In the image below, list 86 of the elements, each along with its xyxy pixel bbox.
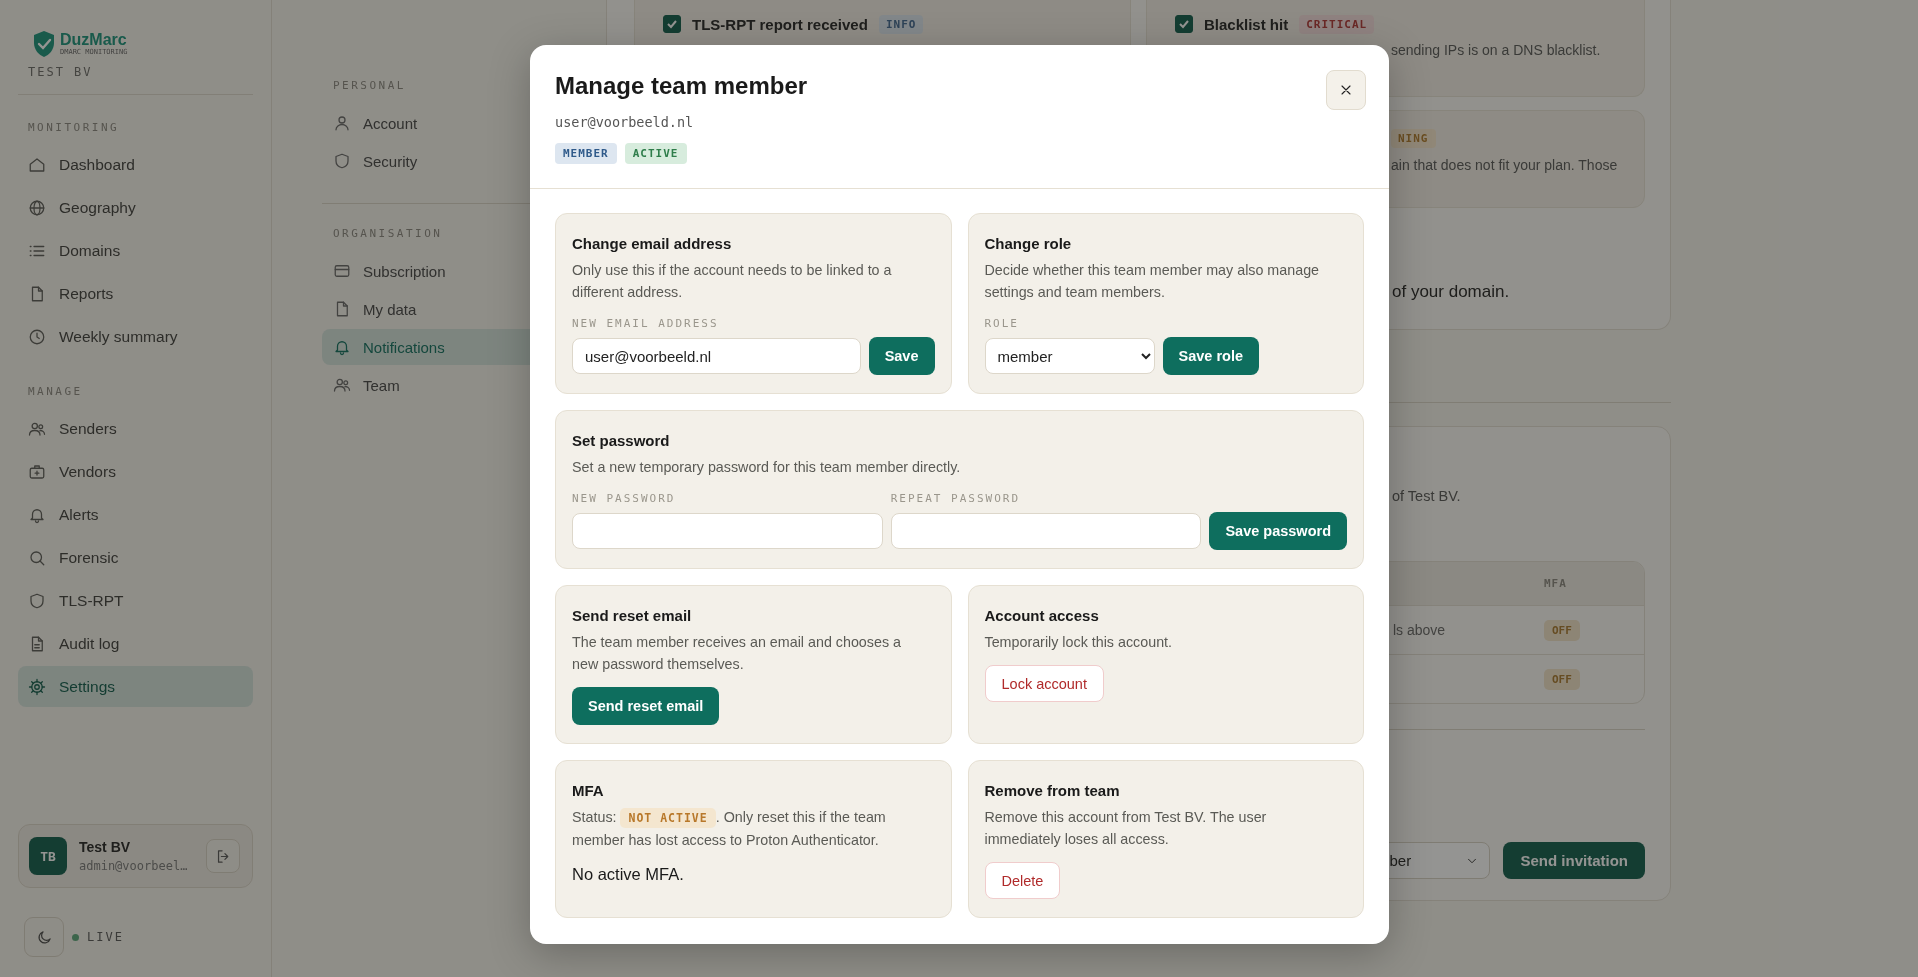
- sidebar-item[interactable]: Alerts: [18, 494, 253, 535]
- sidebar-item[interactable]: Weekly summary: [18, 316, 253, 357]
- section-title: Change email address: [572, 234, 733, 254]
- notification-description: ain that does not fit your plan. Those: [1391, 156, 1619, 175]
- section-title: Send reset email: [572, 606, 693, 626]
- section-title: Change role: [984, 234, 1073, 254]
- email-field[interactable]: user@voorbeeld.nl: [572, 338, 861, 374]
- shield-icon: [28, 591, 46, 610]
- logout-button[interactable]: [206, 839, 240, 873]
- mfa-badge: OFF: [1544, 668, 1580, 690]
- section-description: The team member receives an email and chooses a new password themselves.: [572, 633, 902, 674]
- sidebar-item[interactable]: Domains: [18, 230, 253, 271]
- sidebar-item[interactable]: Forensic: [18, 537, 253, 578]
- sidebar-item[interactable]: Senders: [18, 408, 253, 449]
- section-description: Set a new temporary password for this team member directly.: [572, 458, 962, 477]
- save-role-button[interactable]: Save role: [1162, 337, 1259, 375]
- person-icon: [333, 114, 351, 132]
- status-dot: [72, 933, 79, 941]
- shield-check-icon: [32, 30, 56, 58]
- save-button[interactable]: Save: [868, 337, 935, 375]
- password-field[interactable]: [890, 513, 1202, 549]
- section-title: MFA: [572, 781, 605, 801]
- sidebar-item[interactable]: Audit log: [18, 623, 253, 664]
- people-icon: [333, 376, 351, 394]
- section-heading: MANAGE: [28, 385, 84, 398]
- user-email: admin@voorbeel…: [79, 859, 188, 873]
- bell-icon: [333, 338, 351, 356]
- section-title: Remove from team: [984, 781, 1121, 801]
- section-description: Remove this account from Test BV. The user immediately loses all access.: [984, 808, 1268, 849]
- logo-text: DuzMarc: [60, 32, 128, 48]
- team-description: of Test BV.: [1392, 487, 1462, 506]
- theme-toggle-button[interactable]: [24, 917, 64, 957]
- sidebar-item[interactable]: TLS-RPT: [18, 580, 253, 621]
- severity-badge: CRITICAL: [1299, 14, 1375, 34]
- user-name: Test BV: [79, 839, 132, 855]
- notification-note: of your domain.: [1392, 282, 1511, 302]
- shield-icon: [333, 152, 351, 170]
- checkbox[interactable]: [1175, 15, 1193, 33]
- sidebar-item[interactable]: Dashboard: [18, 144, 253, 185]
- severity-badge: NING: [1391, 128, 1436, 148]
- send-invitation-button[interactable]: Send invitation: [1503, 842, 1645, 879]
- sidebar-item[interactable]: Vendors: [18, 451, 253, 492]
- notification-description: sending IPs is on a DNS blacklist.: [1391, 41, 1602, 60]
- section-description: Only use this if the account needs to be linked to a different address.: [572, 261, 893, 302]
- mfa-badge: OFF: [1544, 619, 1580, 641]
- section-description: Decide whether this team member may also manage settings and team members.: [984, 261, 1321, 302]
- card-icon: [333, 262, 351, 280]
- globe-icon: [28, 198, 46, 217]
- live-status: LIVE: [87, 930, 124, 944]
- danger-button[interactable]: Lock account: [984, 665, 1104, 702]
- section-description: Temporarily lock this account.: [984, 633, 1174, 652]
- section-heading: ORGANISATION: [333, 227, 444, 240]
- checkbox[interactable]: [663, 15, 681, 33]
- mfa-message: No active MFA.: [572, 865, 685, 884]
- section-title: Set password: [572, 431, 671, 451]
- section-heading: MONITORING: [28, 121, 121, 134]
- notification-title: Blacklist hit: [1204, 15, 1289, 33]
- sidebar-item[interactable]: Reports: [18, 273, 253, 314]
- save-password-button[interactable]: Save password: [1209, 512, 1347, 550]
- sidebar-item[interactable]: Settings: [18, 666, 253, 707]
- organisation-name: TEST BV: [28, 65, 94, 79]
- clock-icon: [28, 327, 46, 346]
- role-select[interactable]: member: [984, 338, 1155, 374]
- close-button[interactable]: [1326, 70, 1366, 110]
- member-email: user@voorbeeld.nl: [555, 114, 695, 130]
- role-badge: MEMBER: [555, 143, 617, 164]
- notification-title: TLS-RPT report received: [692, 15, 868, 33]
- briefcase-icon: [28, 462, 46, 481]
- settings-icon: [28, 677, 46, 696]
- field-label: REPEAT PASSWORD: [890, 492, 1022, 505]
- danger-button[interactable]: Delete: [984, 862, 1061, 899]
- password-field[interactable]: [572, 513, 883, 549]
- action-button[interactable]: Send reset email: [572, 687, 720, 725]
- status-badge: ACTIVE: [624, 143, 687, 164]
- section-title: Account access: [984, 606, 1100, 626]
- field-label: NEW EMAIL ADDRESS: [572, 317, 720, 330]
- sidebar-item[interactable]: Geography: [18, 187, 253, 228]
- mfa-status-text: Status: NOT ACTIVE . Only reset this if the team member has lost access to Proton Authenticator.: [572, 807, 887, 850]
- table-cell: ls above: [1393, 622, 1446, 638]
- field-label: ROLE: [984, 317, 1020, 330]
- user-avatar: TB: [29, 837, 67, 875]
- search-icon: [28, 548, 46, 567]
- moon-icon: [35, 928, 53, 946]
- severity-badge: INFO: [878, 14, 924, 34]
- modal-title: Manage team member: [555, 71, 808, 101]
- field-label: NEW PASSWORD: [572, 492, 677, 505]
